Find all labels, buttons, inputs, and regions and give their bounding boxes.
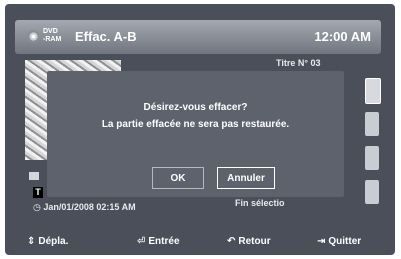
side-button-1[interactable] (365, 78, 381, 104)
confirm-delete-dialog: Désirez-vous effacer? La partie effacée … (47, 71, 344, 197)
screen-title: Effac. A-B (75, 29, 137, 44)
title-number-label: Titre N° 03 (276, 58, 321, 68)
dialog-question: Désirez-vous effacer? (143, 102, 248, 113)
disc-label-dvd: DVD (43, 28, 58, 35)
return-arrow-icon: ↶ (227, 236, 236, 247)
recording-datetime: ◷ Jan/01/2008 02:15 AM (33, 202, 136, 212)
ok-button[interactable]: OK (152, 167, 204, 189)
footer-move: ⇕ Dépla. (27, 236, 69, 247)
footer-exit: ⇥ Quitter (317, 236, 362, 247)
osd-screen: DVD -RAM Effac. A-B 12:00 AM Titre N° 03… (5, 4, 395, 255)
title-type-icon: T (33, 187, 43, 198)
exit-icon: ⇥ (317, 236, 326, 247)
footer-enter: ⏎ Entrée (137, 236, 180, 247)
disc-label-ram: -RAM (43, 36, 62, 43)
disc-type-badge: DVD -RAM (27, 28, 67, 46)
disc-icon (27, 30, 40, 43)
progress-stub (29, 172, 39, 180)
footer-return: ↶ Retour (227, 236, 271, 247)
cancel-button[interactable]: Annuler (217, 167, 275, 189)
footer-help-bar: ⇕ Dépla. ⏎ Entrée ↶ Retour ⇥ Quitter (5, 228, 395, 255)
enter-icon: ⏎ (137, 236, 146, 247)
side-button-4[interactable] (365, 180, 379, 204)
clock-time: 12:00 AM (314, 29, 371, 44)
end-selection-label: Fin sélectio (235, 198, 285, 208)
clock-icon: ◷ (33, 202, 41, 212)
updown-arrows-icon: ⇕ (27, 236, 36, 247)
dialog-warning: La partie effacée ne sera pas restaurée. (101, 119, 290, 130)
title-bar: DVD -RAM Effac. A-B 12:00 AM (15, 20, 381, 54)
side-button-2[interactable] (365, 112, 379, 136)
side-button-3[interactable] (365, 146, 379, 170)
